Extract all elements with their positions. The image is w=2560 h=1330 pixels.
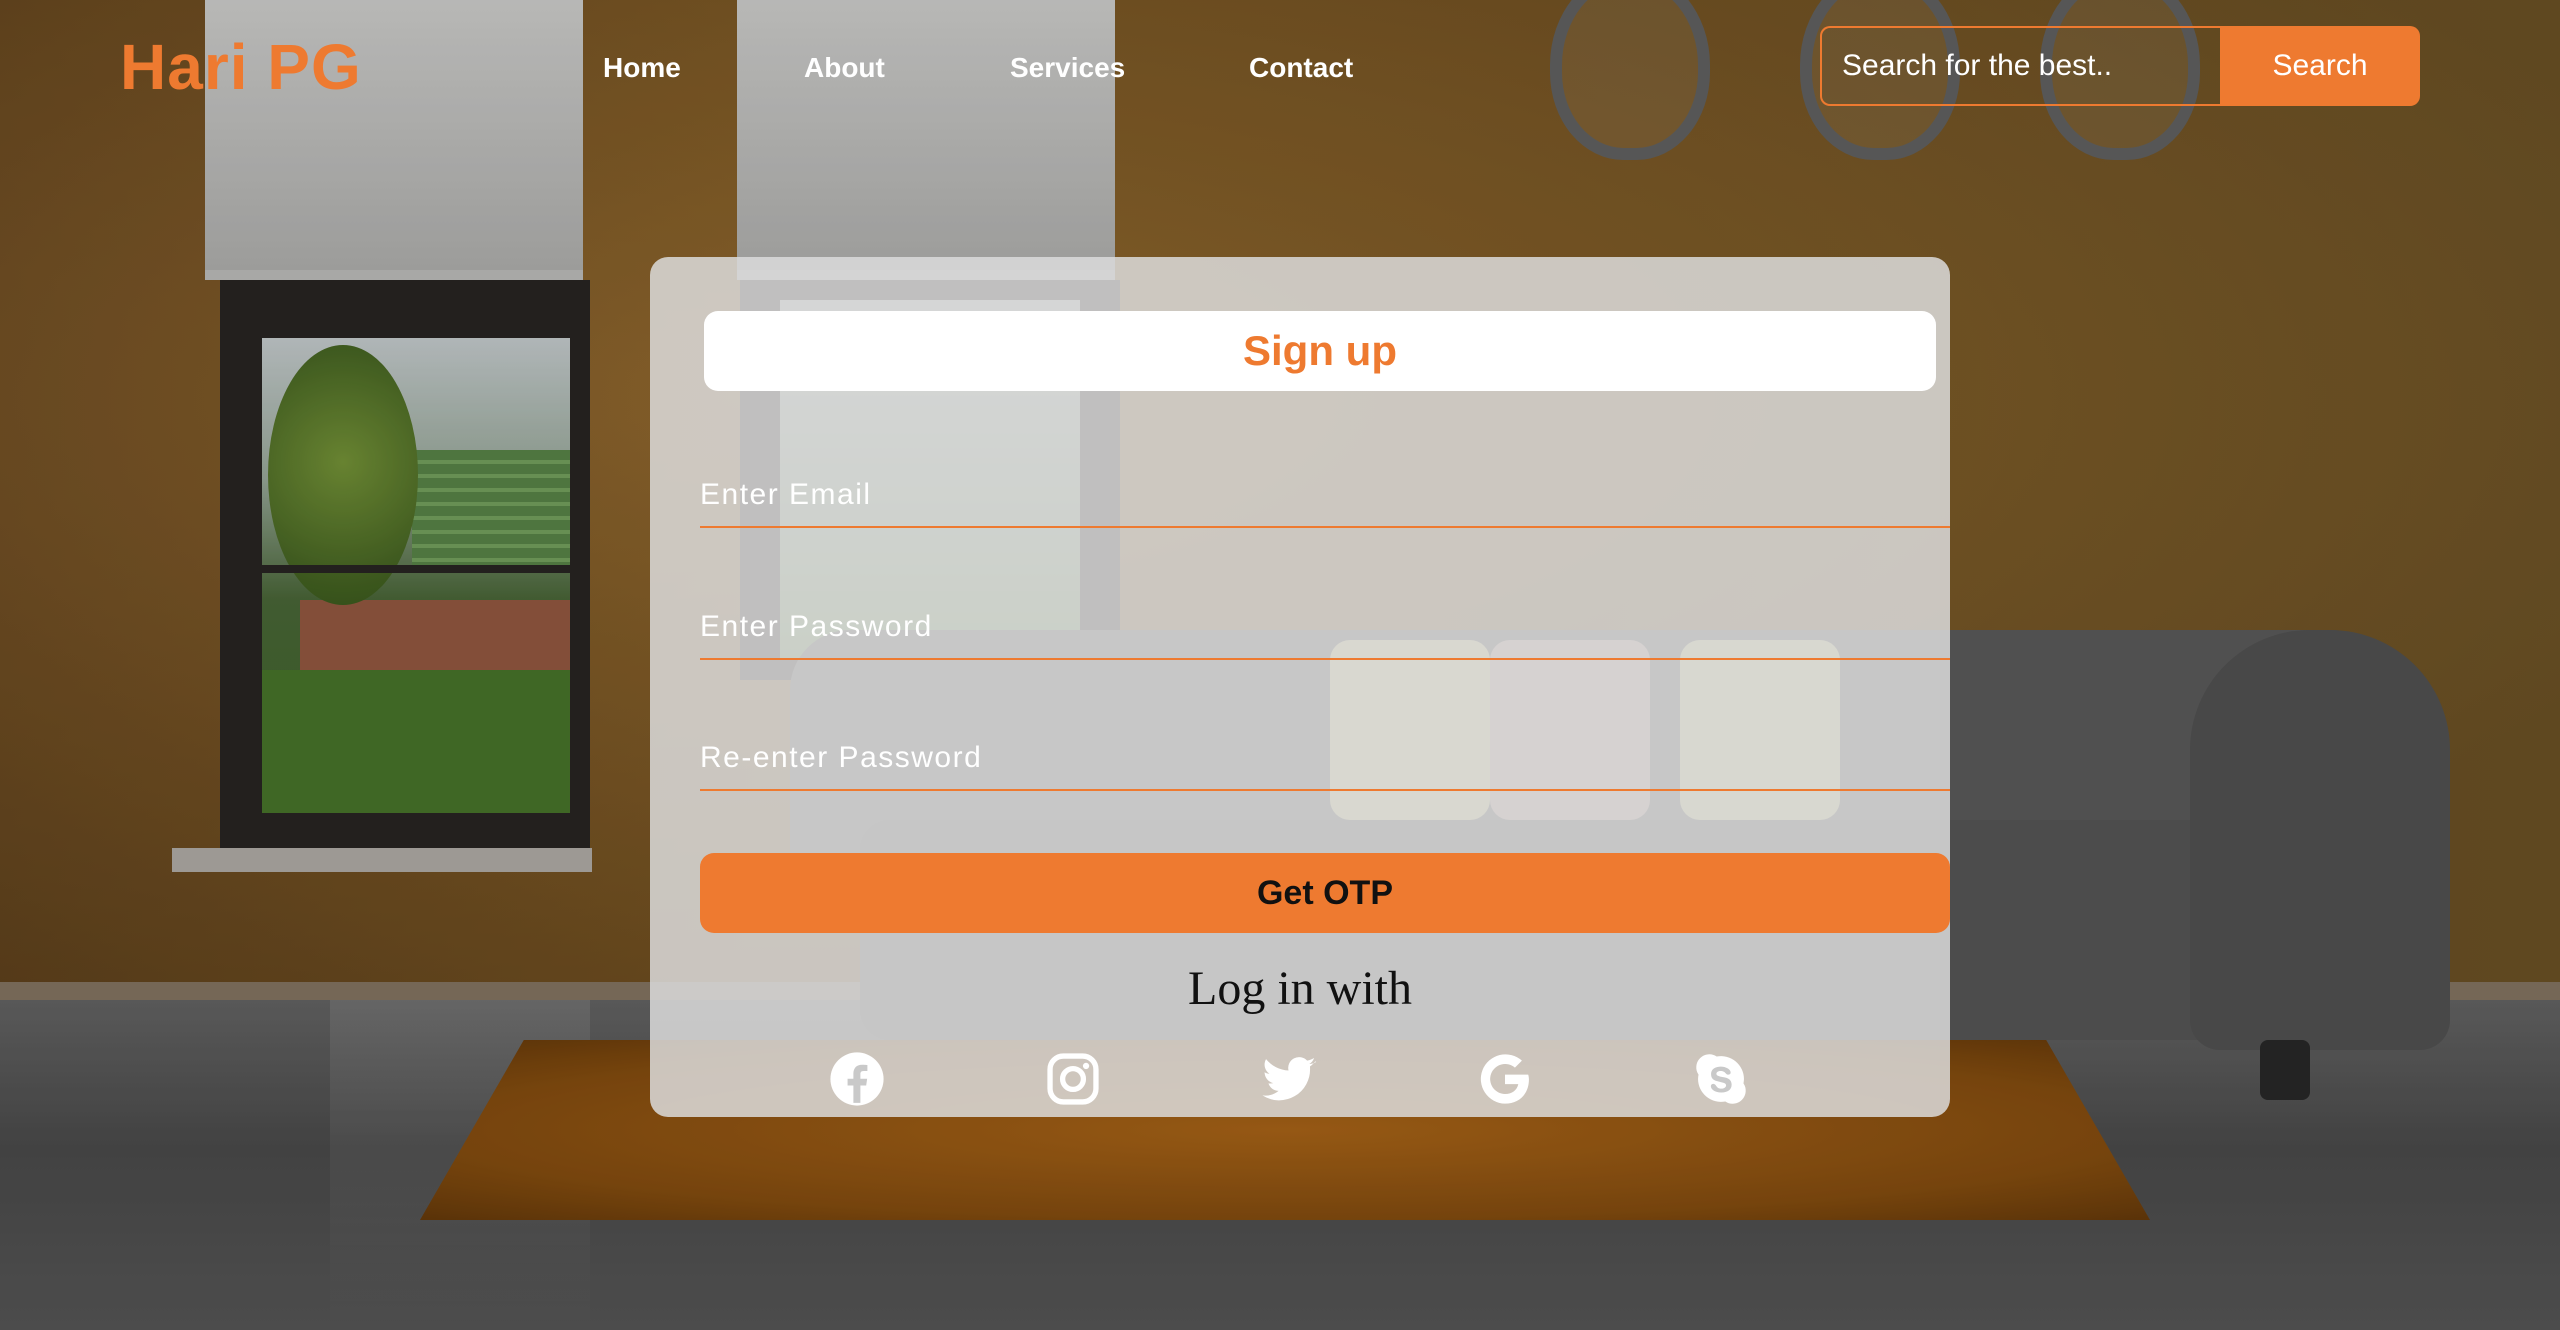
signup-card: Sign up Get OTP Log in with (650, 257, 1950, 1117)
instagram-icon[interactable] (1044, 1050, 1102, 1108)
email-field[interactable] (700, 464, 1950, 528)
reenter-password-field[interactable] (700, 727, 1950, 791)
nav-home[interactable]: Home (603, 52, 681, 84)
brand-logo[interactable]: Hari PG (120, 30, 362, 104)
google-icon[interactable] (1476, 1050, 1534, 1108)
get-otp-button[interactable]: Get OTP (700, 853, 1950, 933)
twitter-icon[interactable] (1260, 1050, 1318, 1108)
login-with-label: Log in with (1188, 962, 1412, 1015)
search-button[interactable]: Search (2220, 26, 2420, 106)
signup-title-box: Sign up (704, 311, 1936, 391)
skype-icon[interactable] (1692, 1050, 1750, 1108)
signup-title: Sign up (1243, 327, 1397, 374)
password-field[interactable] (700, 596, 1950, 660)
search-input[interactable] (1820, 26, 2220, 106)
facebook-icon[interactable] (828, 1050, 886, 1108)
nav-contact[interactable]: Contact (1249, 52, 1353, 84)
nav-about[interactable]: About (804, 52, 885, 84)
nav-services[interactable]: Services (1010, 52, 1125, 84)
